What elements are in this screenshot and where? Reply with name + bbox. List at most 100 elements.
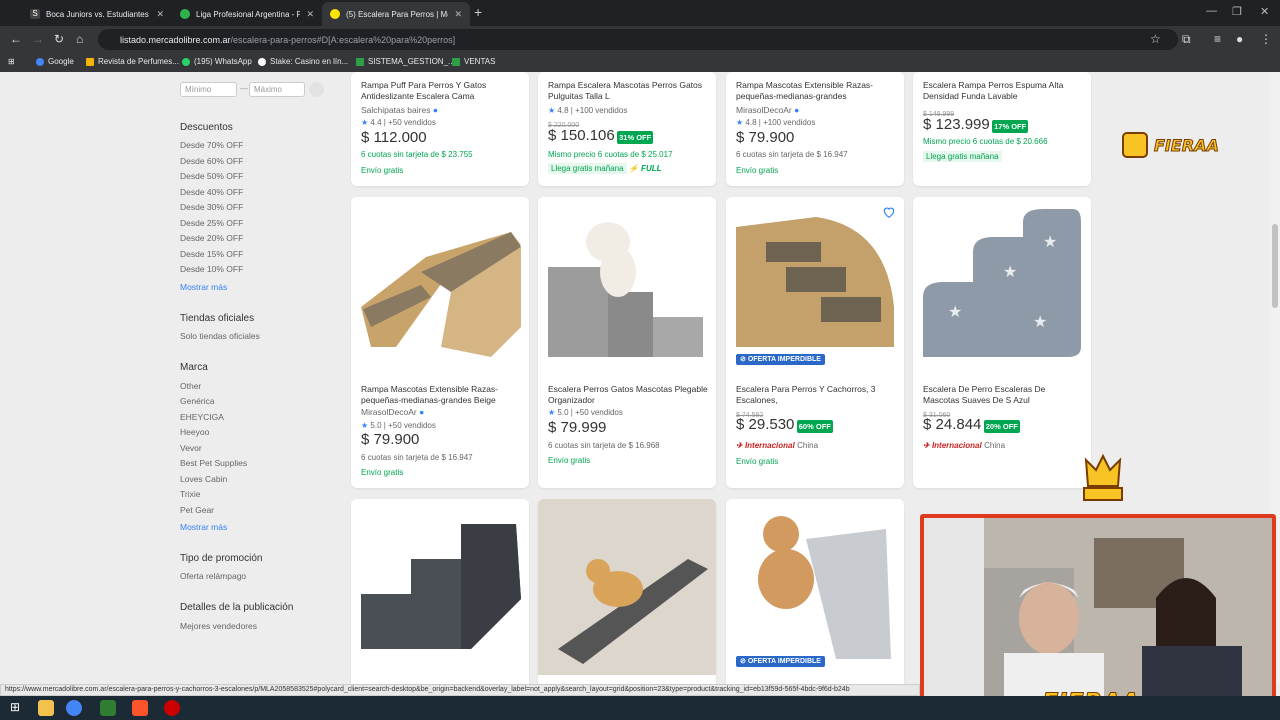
obs-icon[interactable]	[164, 700, 180, 716]
product-image[interactable]	[351, 499, 529, 675]
ramp-image	[361, 232, 521, 357]
product-price: $ 123.999	[923, 116, 990, 133]
seller-name: MirasolDecoAr ●	[736, 105, 896, 116]
show-more-brands[interactable]: Mostrar más	[180, 522, 227, 532]
product-title[interactable]: Escalera Rampa Perros Espuma Alta Densid…	[923, 80, 1083, 102]
shipping: Envío gratis	[361, 166, 404, 175]
sold-count: | +50 vendidos	[383, 421, 436, 430]
filter-brand[interactable]: Pet Gear	[180, 505, 214, 515]
close-window-icon[interactable]: ✕	[1260, 5, 1269, 18]
product-title[interactable]: Escalera De Perro Escaleras De Mascotas …	[923, 384, 1083, 406]
menu-icon[interactable]: ⋮	[1260, 32, 1272, 46]
product-card[interactable]	[538, 499, 716, 684]
new-tab-button[interactable]: +	[474, 4, 482, 20]
foam-steps-image	[361, 524, 521, 649]
maximize-icon[interactable]: ❐	[1232, 5, 1242, 18]
product-card[interactable]: Rampa Mascotas Extensible Razas-pequeñas…	[351, 197, 529, 488]
bookmark-whatsapp[interactable]: (195) WhatsApp	[182, 57, 252, 66]
scrollbar-thumb[interactable]	[1272, 224, 1278, 308]
product-image[interactable]	[538, 499, 716, 675]
chrome-icon[interactable]	[66, 700, 82, 716]
filter-brand[interactable]: Trixie	[180, 489, 200, 499]
product-card[interactable]: Escalera Perros Gatos Mascotas Plegable …	[538, 197, 716, 488]
price-go-button[interactable]	[309, 82, 324, 97]
filter-brand[interactable]: Best Pet Supplies	[180, 458, 247, 468]
tab-mercadolibre[interactable]: (5) Escalera Para Perros | Merca ✕	[322, 2, 470, 26]
bookmark-google[interactable]: Google	[36, 57, 74, 66]
filter-discount[interactable]: Desde 15% OFF	[180, 249, 243, 259]
filter-brand[interactable]: Loves Cabin	[180, 474, 227, 484]
bookmark-revista[interactable]: Revista de Perfumes...	[86, 57, 179, 66]
filter-discount[interactable]: Desde 25% OFF	[180, 218, 243, 228]
brave-icon[interactable]	[132, 700, 148, 716]
filter-details[interactable]: Mejores vendedores	[180, 621, 257, 631]
profile-avatar[interactable]: ●	[1236, 32, 1243, 46]
bookmark-star-icon[interactable]: ☆	[1150, 32, 1161, 46]
reload-icon[interactable]: ↻	[54, 32, 64, 46]
product-card[interactable]: ⊘ OFERTA IMPERDIBLE	[726, 499, 904, 684]
product-card[interactable]: Rampa Escalera Mascotas Perros Gatos Pul…	[538, 72, 716, 186]
stream-brand: FIERAA	[1154, 135, 1220, 155]
product-title[interactable]: Rampa Puff Para Perros Y Gatos Antidesli…	[361, 80, 521, 102]
home-icon[interactable]: ⌂	[76, 32, 83, 46]
filter-discount[interactable]: Desde 40% OFF	[180, 187, 243, 197]
apps-icon[interactable]: ⊞	[8, 57, 15, 66]
tab-boca[interactable]: S Boca Juniors vs. Estudiantes de ✕	[22, 2, 172, 26]
filter-promo[interactable]: Oferta relámpago	[180, 571, 246, 581]
filter-brand[interactable]: Vevor	[180, 443, 202, 453]
bookmark-ventas[interactable]: VENTAS	[452, 57, 495, 66]
product-card[interactable]: Rampa Puff Para Perros Y Gatos Antidesli…	[351, 72, 529, 186]
app-icon[interactable]	[100, 700, 116, 716]
whatsapp-icon	[182, 57, 190, 66]
filter-discount[interactable]: Desde 20% OFF	[180, 233, 243, 243]
filter-discount[interactable]: Desde 10% OFF	[180, 264, 243, 274]
plush-steps-image: ★ ★ ★ ★	[923, 209, 1081, 357]
filter-brand[interactable]: Genérica	[180, 396, 215, 406]
close-tab-icon[interactable]: ✕	[306, 9, 314, 20]
filter-discount[interactable]: Desde 60% OFF	[180, 156, 243, 166]
product-card[interactable]: Escalera Rampa Perros Espuma Alta Densid…	[913, 72, 1091, 186]
product-title[interactable]: Rampa Escalera Mascotas Perros Gatos Pul…	[548, 80, 708, 102]
price-min-input[interactable]: Mínimo	[180, 82, 237, 97]
filter-brand[interactable]: Other	[180, 381, 201, 391]
product-title[interactable]: Rampa Mascotas Extensible Razas-pequeñas…	[736, 80, 896, 102]
price-max-input[interactable]: Máximo	[249, 82, 305, 97]
close-tab-icon[interactable]: ✕	[454, 9, 462, 20]
minimize-icon[interactable]: —	[1206, 5, 1217, 17]
product-card[interactable]: ⊘ OFERTA IMPERDIBLE Escalera Para Perros…	[726, 197, 904, 488]
bookmark-sistema[interactable]: SISTEMA_GESTION_...	[356, 57, 455, 66]
file-explorer-icon[interactable]	[38, 700, 54, 716]
product-image[interactable]	[538, 197, 716, 373]
filter-brand[interactable]: EHEYCIGA	[180, 412, 224, 422]
filter-discount[interactable]: Desde 50% OFF	[180, 171, 243, 181]
product-card[interactable]: ★ ★ ★ ★ Escalera De Perro Escaleras De M…	[913, 197, 1091, 488]
product-image[interactable]: ★ ★ ★ ★	[913, 197, 1091, 373]
favorite-heart-icon[interactable]	[882, 205, 896, 219]
product-image[interactable]	[351, 197, 529, 373]
product-card[interactable]	[351, 499, 529, 684]
installments: 6 cuotas sin tarjeta de $ 23.755	[361, 150, 473, 159]
extensions-icon[interactable]: ⧉	[1182, 32, 1191, 47]
filter-brand[interactable]: Heeyoo	[180, 427, 209, 437]
tab-liga[interactable]: Liga Profesional Argentina - PO ✕	[172, 2, 322, 26]
filter-discount[interactable]: Desde 30% OFF	[180, 202, 243, 212]
forward-icon[interactable]: →	[32, 32, 44, 46]
filter-discount[interactable]: Desde 70% OFF	[180, 140, 243, 150]
show-more-discounts[interactable]: Mostrar más	[180, 282, 227, 292]
product-title[interactable]: Escalera Perros Gatos Mascotas Plegable …	[548, 384, 708, 406]
svg-text:★: ★	[1003, 264, 1017, 281]
shipping: Envío gratis	[548, 456, 591, 465]
webcam-feed	[924, 518, 1272, 716]
filter-official-stores[interactable]: Solo tiendas oficiales	[180, 331, 260, 341]
bookmark-stake[interactable]: Stake: Casino en lín...	[258, 57, 348, 66]
product-title[interactable]: Rampa Mascotas Extensible Razas-pequeñas…	[361, 384, 521, 406]
media-icon[interactable]: ≡	[1214, 32, 1221, 46]
address-bar[interactable]: listado.mercadolibre.com.ar/escalera-par…	[98, 29, 1178, 50]
product-image[interactable]: ⊘ OFERTA IMPERDIBLE	[726, 197, 904, 373]
windows-start-icon[interactable]: ⊞	[10, 700, 26, 716]
back-icon[interactable]: ←	[10, 32, 22, 46]
close-tab-icon[interactable]: ✕	[156, 9, 164, 20]
product-card[interactable]: Rampa Mascotas Extensible Razas-pequeñas…	[726, 72, 904, 186]
product-title[interactable]: Escalera Para Perros Y Cachorros, 3 Esca…	[736, 384, 896, 406]
product-image[interactable]: ⊘ OFERTA IMPERDIBLE	[726, 499, 904, 675]
